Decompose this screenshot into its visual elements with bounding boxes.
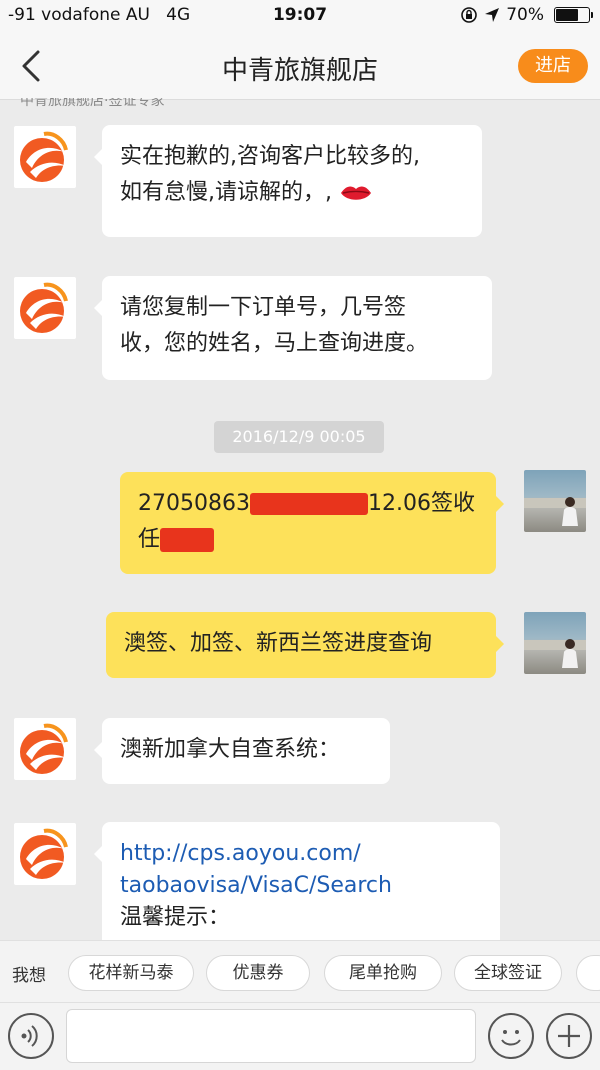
- more-options-button[interactable]: [546, 1013, 592, 1059]
- shop-logo-icon: [20, 828, 68, 879]
- message-bubble-incoming: 澳新加拿大自查系统：: [94, 718, 390, 784]
- user-photo-icon: [524, 639, 586, 668]
- battery-percent: 70%: [506, 5, 544, 25]
- voice-waves-icon: [21, 1025, 38, 1047]
- message-bubble-incoming: http://cps.aoyou.com/ taobaovisa/VisaC/S…: [94, 822, 500, 952]
- visa-search-link[interactable]: http://cps.aoyou.com/: [120, 838, 482, 870]
- nav-bar: 中青旅旗舰店 进店: [0, 32, 600, 100]
- sign-date: 12.06签收: [367, 491, 475, 516]
- battery-icon: [554, 7, 593, 23]
- shop-logo-icon: [20, 131, 68, 182]
- voice-input-button[interactable]: [8, 1013, 54, 1059]
- quick-reply-chip[interactable]: 优惠券: [206, 955, 310, 991]
- message-bubble-outgoing: 27050863 12.06签收 任: [120, 472, 504, 574]
- message-text: 澳签、加签、新西兰签进度查询: [124, 631, 433, 656]
- lips-emoji-icon: [341, 186, 371, 200]
- message-bubble-outgoing: 澳签、加签、新西兰签进度查询: [106, 612, 504, 678]
- order-number-visible: 27050863: [138, 491, 250, 516]
- status-right: 70%: [460, 5, 593, 25]
- user-avatar[interactable]: [524, 470, 586, 532]
- lock-rotation-icon: [461, 7, 478, 23]
- input-bar: [0, 1002, 600, 1070]
- redaction-mark: [249, 493, 368, 515]
- battery-fill: [556, 9, 578, 21]
- shop-avatar[interactable]: [14, 823, 76, 885]
- shop-avatar[interactable]: [14, 126, 76, 188]
- message-text: 澳新加拿大自查系统：: [120, 737, 341, 762]
- enter-store-button[interactable]: 进店: [518, 49, 588, 83]
- message-bubble-incoming: 请您复制一下订单号，几号签 收，您的姓名，马上查询进度。: [94, 276, 492, 380]
- quick-reply-chip[interactable]: 尾单抢购: [324, 955, 442, 991]
- user-photo-icon: [524, 497, 586, 526]
- partial-header-text: 中青旅旗舰店·签证专家: [20, 98, 165, 108]
- message-text: 温馨提示：: [120, 905, 231, 930]
- quick-reply-chip-partial[interactable]: [576, 955, 600, 991]
- shop-logo-icon: [20, 282, 68, 333]
- quick-reply-label: 我想: [12, 966, 46, 986]
- shop-avatar[interactable]: [14, 718, 76, 780]
- message-text: 如有怠慢,请谅解的，,: [120, 175, 464, 211]
- name-visible: 任: [138, 527, 161, 552]
- shop-avatar[interactable]: [14, 277, 76, 339]
- message-bubble-incoming: 实在抱歉的,咨询客户比较多的, 如有怠慢,请谅解的，,: [94, 125, 482, 237]
- message-text: 实在抱歉的,咨询客户比较多的,: [120, 144, 420, 169]
- plus-icon: [558, 1025, 580, 1047]
- message-input[interactable]: [66, 1009, 476, 1063]
- quick-reply-chip[interactable]: 花样新马泰: [68, 955, 194, 991]
- shop-logo-icon: [20, 723, 68, 774]
- message-text: 27050863 12.06签收: [138, 486, 478, 522]
- message-text: 任: [138, 522, 478, 558]
- user-avatar[interactable]: [524, 612, 586, 674]
- quick-reply-bar: 我想 花样新马泰 优惠券 尾单抢购 全球签证: [0, 940, 600, 1002]
- page-title: 中青旅旗舰店: [221, 56, 378, 86]
- message-text-line: 如有怠慢,请谅解的，,: [120, 180, 332, 205]
- visa-search-link[interactable]: taobaovisa/VisaC/Search: [120, 870, 482, 902]
- emoji-button[interactable]: [488, 1013, 534, 1059]
- message-timestamp: 2016/12/9 00:05: [214, 421, 384, 453]
- quick-reply-chip[interactable]: 全球签证: [454, 955, 562, 991]
- message-text: 收，您的姓名，马上查询进度。: [120, 331, 429, 356]
- smiley-icon: [501, 1030, 521, 1046]
- message-text: 请您复制一下订单号，几号签: [120, 295, 407, 320]
- location-arrow-icon: [485, 8, 500, 22]
- redaction-mark: [160, 528, 215, 552]
- status-bar: -91 vodafone AU 4G 19:07 70%: [0, 0, 600, 32]
